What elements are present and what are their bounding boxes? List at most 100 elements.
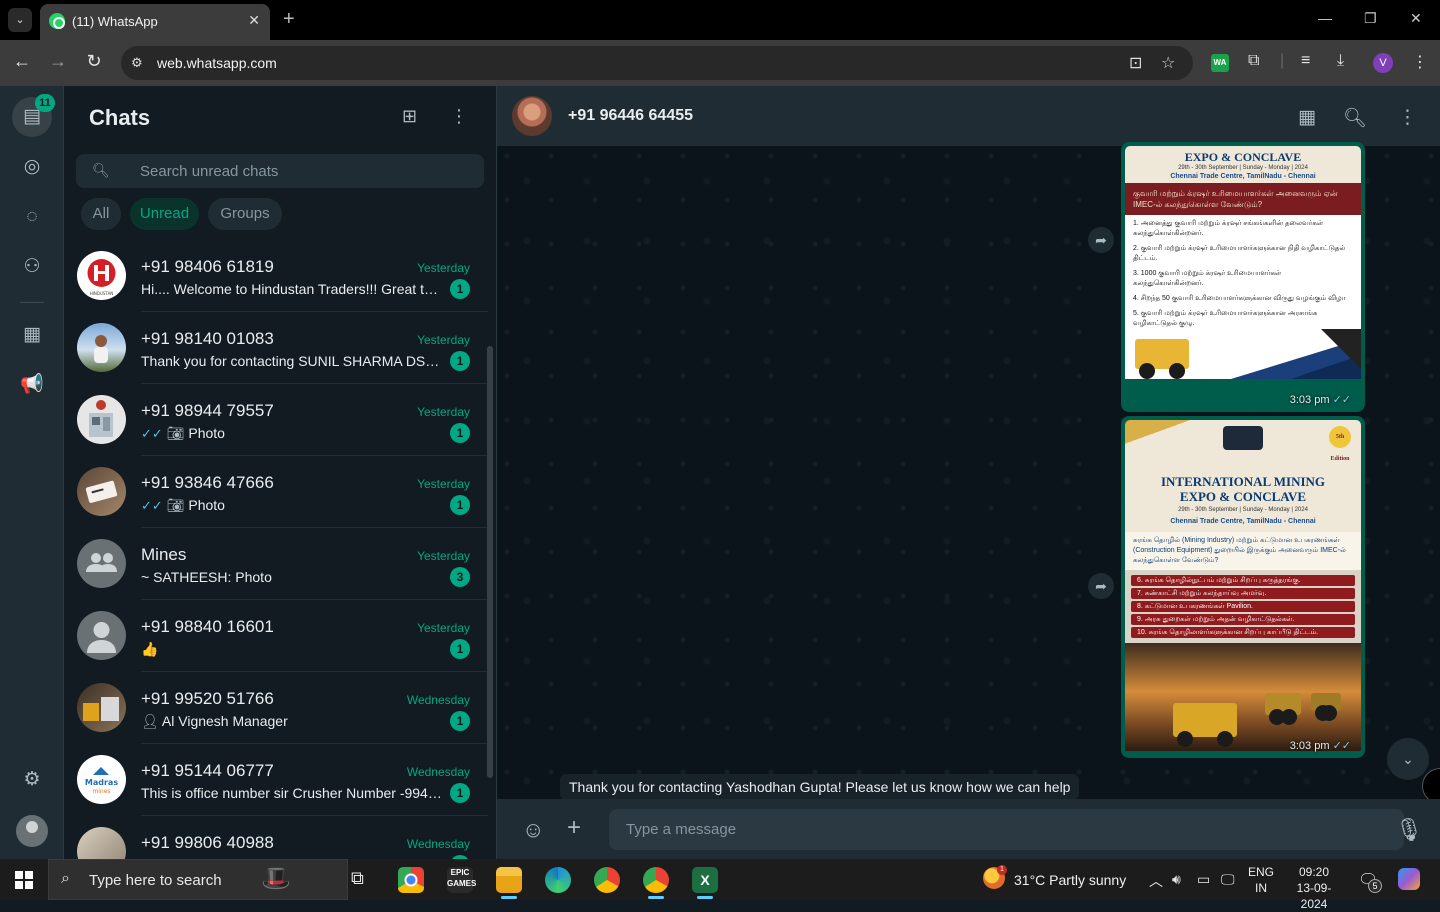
epic-games-app-icon[interactable]: EPIC GAMES <box>447 867 476 893</box>
filter-all[interactable]: All <box>81 198 121 230</box>
time-text: 3:03 pm <box>1289 740 1330 752</box>
navigation-rail: ▤ 11 ◎ ◌ ⚇ ▦ 📢 ⚙ <box>0 86 64 859</box>
chat-list-scrollbar[interactable] <box>487 346 493 778</box>
forward-icon[interactable]: ➦ <box>1088 573 1114 599</box>
windows-start-icon[interactable] <box>15 871 33 889</box>
chrome-profile-app-icon[interactable] <box>594 867 620 893</box>
status-icon[interactable]: ◎ <box>20 155 44 179</box>
chat-list-item[interactable]: +91 98944 79557 Yesterday ✓✓ 📷︎ Photo 1 <box>64 384 488 456</box>
new-chat-icon[interactable]: ⊞ <box>402 106 417 127</box>
battery-icon[interactable]: ▭ <box>1197 871 1210 888</box>
profile-avatar[interactable]: V <box>1373 53 1393 73</box>
chat-list-item[interactable]: +91 98140 01083 Yesterday Thank you for … <box>64 312 488 384</box>
search-icon[interactable]: 🔍︎ <box>1343 106 1367 130</box>
poster-title-line1: INTERNATIONAL MINING <box>1160 474 1326 489</box>
poster-point: 8. கட்டுமான உபகரணங்கள் Pavilion. <box>1131 601 1355 612</box>
scroll-to-bottom-button[interactable]: ⌄ <box>1387 738 1429 780</box>
channels-icon[interactable]: ◌ <box>20 205 44 229</box>
chat-preview: Hi.... Welcome to Hindustan Traders!!! G… <box>141 281 443 297</box>
search-icon: ⌕ <box>61 870 70 887</box>
chat-list-item[interactable]: +91 98840 16601 Yesterday 👍 1 <box>64 600 488 672</box>
chat-list-item[interactable]: HINDUSTAN +91 98406 61819 Yesterday Hi..… <box>64 240 488 312</box>
extensions-puzzle-icon[interactable]: ⧉ <box>1248 52 1259 70</box>
poster-point: 7. கண்காட்சி மற்றும் கலந்தாய்வு அமர்வு. <box>1131 588 1355 599</box>
microphone-icon[interactable]: 🎙︎ <box>1395 817 1423 843</box>
site-info-icon[interactable]: ⚙ <box>131 55 147 71</box>
forward-arrow-icon[interactable]: → <box>46 51 70 72</box>
minimize-window-icon[interactable]: — <box>1318 10 1332 26</box>
unread-badge: 1 <box>450 279 470 299</box>
search-box: 🔍︎ <box>76 154 484 188</box>
poster-image[interactable]: EXPO & CONCLAVE 29th - 30th September | … <box>1125 146 1361 408</box>
sidebar-menu-icon[interactable]: ⋮ <box>450 106 468 127</box>
browser-tab-whatsapp[interactable]: (11) WhatsApp ✕ <box>40 4 270 40</box>
image-message[interactable]: EXPO & CONCLAVE 29th - 30th September | … <box>1121 142 1365 412</box>
broadcast-megaphone-icon[interactable]: 📢 <box>20 373 44 397</box>
conference-logo-icon <box>1223 426 1263 450</box>
contact-avatar[interactable] <box>512 96 552 136</box>
conversation-header[interactable]: +91 96446 64455 ▦ 🔍︎ ⋮ <box>497 86 1440 146</box>
taskbar-search-box[interactable]: ⌕ Type here to search 🎩 <box>48 859 348 900</box>
message-input[interactable] <box>609 809 1404 850</box>
close-window-icon[interactable]: ✕ <box>1410 10 1422 27</box>
forward-icon[interactable]: ➦ <box>1088 227 1114 253</box>
network-icon[interactable]: 🖵︎ <box>1221 871 1235 888</box>
communities-icon[interactable]: ⚇ <box>20 255 44 279</box>
poster-point: 4. சிறந்த 50 குவாரி உரிமையாளர்களுக்கான வ… <box>1133 295 1346 302</box>
file-explorer-app-icon[interactable] <box>496 867 522 899</box>
language-indicator[interactable]: ENG IN <box>1248 864 1274 896</box>
contact-name[interactable]: +91 96446 64455 <box>568 107 693 125</box>
tab-search-button[interactable]: ⌄ <box>8 8 32 32</box>
dump-truck-illustration <box>1135 339 1189 379</box>
system-clock[interactable]: 09:20 13-09-2024 <box>1284 864 1344 912</box>
poster-point: 10. சுரங்க தொழிலாளர்களுக்கான சிறப்பு காப… <box>1131 627 1355 638</box>
whatsapp-extension-icon[interactable]: WA <box>1211 54 1229 72</box>
poster-dates: 29th - 30th September | Sunday - Monday … <box>1178 507 1308 513</box>
back-arrow-icon[interactable]: ← <box>10 51 34 72</box>
volume-icon[interactable]: 🔊︎ <box>1172 871 1181 888</box>
new-tab-button[interactable]: + <box>283 8 295 30</box>
chat-list-item[interactable]: +91 99806 40988 Wednesday 1 <box>64 816 488 859</box>
media-controls-icon[interactable]: ≡ <box>1301 52 1310 70</box>
chrome-app-icon[interactable] <box>398 867 424 893</box>
image-message[interactable]: 5th Edition INTERNATIONAL MINING EXPO & … <box>1121 416 1365 758</box>
task-view-icon[interactable]: ⧉ <box>351 868 364 889</box>
my-profile-avatar[interactable] <box>16 815 48 847</box>
catalog-store-icon[interactable]: ▦ <box>20 323 44 347</box>
attach-plus-icon[interactable]: + <box>567 814 581 842</box>
weather-text[interactable]: 31°C Partly sunny <box>1014 872 1126 888</box>
unread-badge: 1 <box>450 495 470 515</box>
poster-image[interactable]: 5th Edition INTERNATIONAL MINING EXPO & … <box>1125 420 1361 754</box>
chrome-active-app-icon[interactable] <box>643 867 669 899</box>
filter-groups[interactable]: Groups <box>208 198 282 230</box>
close-tab-icon[interactable]: ✕ <box>248 12 260 29</box>
restore-window-icon[interactable]: ❐ <box>1364 10 1377 27</box>
address-bar[interactable]: ⚙ web.whatsapp.com ⊡ ☆ <box>121 46 1193 80</box>
downloads-icon[interactable]: ⤓ <box>1337 52 1344 70</box>
unread-badge: 1 <box>450 711 470 731</box>
settings-gear-icon[interactable]: ⚙ <box>20 768 44 792</box>
tray-overflow-icon[interactable]: ︿ <box>1149 871 1163 891</box>
chat-list-item[interactable]: +91 93846 47666 Yesterday ✓✓ 📷︎ Photo 1 <box>64 456 488 528</box>
chat-time: Yesterday <box>417 621 470 635</box>
avatar: HINDUSTAN <box>77 251 126 300</box>
unread-badge: 1 <box>450 423 470 443</box>
emoji-icon[interactable]: ☺ <box>522 817 544 843</box>
chat-list-item[interactable]: +91 99520 51766 Wednesday 👤︎ Al Vignesh … <box>64 672 488 744</box>
chat-list-item[interactable]: Mines Yesterday ~ SATHEESH: Photo 3 <box>64 528 488 600</box>
chat-menu-icon[interactable]: ⋮ <box>1398 106 1417 129</box>
edge-app-icon[interactable] <box>545 867 571 893</box>
time-text: 3:03 pm <box>1289 394 1330 406</box>
copilot-icon[interactable] <box>1398 868 1420 890</box>
search-input[interactable] <box>140 154 470 188</box>
install-app-icon[interactable]: ⊡ <box>1129 53 1142 73</box>
catalog-store-icon[interactable]: ▦ <box>1298 106 1316 129</box>
filter-unread[interactable]: Unread <box>130 198 199 230</box>
chat-list-item[interactable]: Madras mines +91 95144 06777 Wednesday Th… <box>64 744 488 816</box>
excel-app-icon[interactable]: X <box>692 867 718 899</box>
reload-icon[interactable]: ↻ <box>82 51 106 72</box>
bookmark-star-icon[interactable]: ☆ <box>1161 53 1175 73</box>
browser-menu-icon[interactable]: ⋮ <box>1412 52 1428 72</box>
tab-title: (11) WhatsApp <box>72 14 158 29</box>
message-composer: ☺ + 🎙︎ <box>497 799 1440 859</box>
